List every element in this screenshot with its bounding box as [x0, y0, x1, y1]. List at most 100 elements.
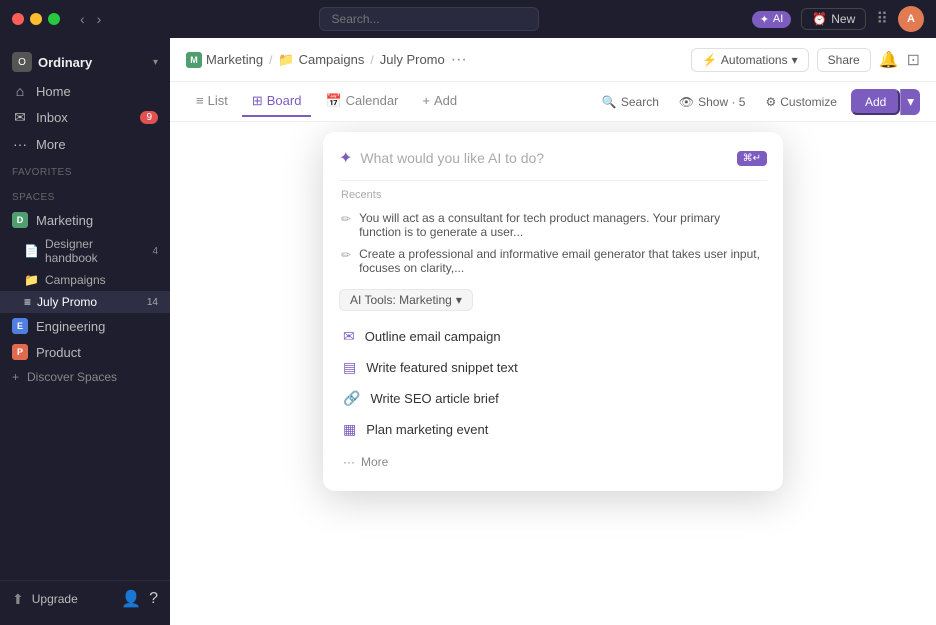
main-layout: O Ordinary ▾ ⌂ Home ✉ Inbox 9 ··· More F…	[0, 38, 936, 625]
board-tab-icon: ⊞	[252, 93, 263, 109]
chevron-down-icon: ▾	[153, 57, 158, 68]
sidebar-item-label: Marketing	[36, 213, 93, 228]
home-icon: ⌂	[12, 83, 28, 99]
sidebar-subitem-label: July Promo	[37, 295, 97, 309]
add-dropdown-button[interactable]: ▾	[900, 89, 920, 115]
show-icon: 👁	[679, 95, 694, 109]
chevron-down-icon: ▾	[792, 53, 798, 67]
sidebar-subitem-designer-handbook[interactable]: 📄 Designer handbook 4	[0, 233, 170, 269]
tab-add[interactable]: + Add	[412, 87, 467, 116]
breadcrumb: M Marketing / 📁 Campaigns / July Promo ·…	[186, 51, 683, 69]
forward-button[interactable]: ›	[93, 9, 106, 29]
share-button[interactable]: Share	[817, 48, 871, 72]
board-area: ✦ ⌘↵ Recents ✏ You will act as a consult…	[170, 122, 936, 625]
sidebar-item-home[interactable]: ⌂ Home	[0, 78, 170, 104]
ai-tools-dropdown[interactable]: AI Tools: Marketing ▾	[339, 289, 473, 311]
automations-icon: ⚡	[702, 53, 717, 67]
more-label: More	[361, 455, 388, 469]
sidebar-item-label: Engineering	[36, 319, 105, 334]
suggestion-item-1[interactable]: ▤ Write featured snippet text	[339, 352, 767, 383]
sidebar-item-label: Home	[36, 84, 71, 99]
search-input[interactable]	[319, 7, 539, 31]
customize-action[interactable]: ⚙ Customize	[759, 91, 842, 113]
search-area	[113, 7, 743, 31]
sidebar-item-inbox[interactable]: ✉ Inbox 9	[0, 104, 170, 131]
topbar: M Marketing / 📁 Campaigns / July Promo ·…	[170, 38, 936, 82]
topbar-actions: ⚡ Automations ▾ Share 🔔 ⊡	[691, 48, 920, 72]
recents-label: Recents	[339, 189, 767, 201]
maximize-button[interactable]	[48, 13, 60, 25]
sidebar-footer: ⬆ Upgrade 👤 ?	[0, 580, 170, 617]
workspace-name: Ordinary	[38, 55, 147, 70]
grid-icon[interactable]: ⠿	[876, 9, 888, 29]
suggestion-label: Outline email campaign	[365, 329, 501, 344]
sidebar-item-product[interactable]: P Product	[0, 339, 170, 365]
tab-board[interactable]: ⊞ Board	[242, 87, 312, 117]
snippet-icon: ▤	[343, 359, 356, 376]
sidebar-item-engineering[interactable]: E Engineering	[0, 313, 170, 339]
breadcrumb-more-icon[interactable]: ···	[451, 51, 467, 69]
recent-item-1[interactable]: ✏ Create a professional and informative …	[339, 243, 767, 279]
ai-sparkle-icon: ✦	[339, 148, 352, 168]
tab-calendar[interactable]: 📅 Calendar	[315, 87, 408, 117]
toolbar-right: 🔍 Search 👁 Show · 5 ⚙ Customize Add ▾	[596, 89, 920, 115]
ai-more[interactable]: ··· More	[339, 449, 767, 475]
customize-icon: ⚙	[765, 95, 776, 109]
add-button[interactable]: Add	[851, 89, 900, 115]
marketing-breadcrumb-icon: M	[186, 52, 202, 68]
show-action[interactable]: 👁 Show · 5	[673, 91, 752, 113]
breadcrumb-july-promo[interactable]: July Promo	[380, 52, 445, 67]
ai-modal-header: ✦ ⌘↵	[339, 148, 767, 168]
breadcrumb-campaigns[interactable]: 📁 Campaigns	[278, 52, 364, 68]
recent-item-0[interactable]: ✏ You will act as a consultant for tech …	[339, 207, 767, 243]
folder-icon: 📁	[24, 273, 39, 287]
ai-modal: ✦ ⌘↵ Recents ✏ You will act as a consult…	[323, 132, 783, 491]
recent-item-text: Create a professional and informative em…	[359, 247, 765, 275]
ai-prompt-input[interactable]	[360, 150, 728, 166]
avatar[interactable]: A	[898, 6, 924, 32]
workspace-switcher[interactable]: O Ordinary ▾	[0, 46, 170, 78]
breadcrumb-marketing[interactable]: M Marketing	[186, 52, 263, 68]
more-icon: ···	[12, 136, 28, 152]
sidebar-item-marketing[interactable]: D Marketing	[0, 207, 170, 233]
suggestion-item-2[interactable]: 🔗 Write SEO article brief	[339, 383, 767, 414]
search-icon: 🔍	[602, 95, 617, 109]
sidebar-item-label: Inbox	[36, 110, 68, 125]
add-group: Add ▾	[851, 89, 920, 115]
close-button[interactable]	[12, 13, 24, 25]
clock-icon: ⏰	[812, 12, 827, 26]
tab-list[interactable]: ≡ List	[186, 87, 238, 116]
breadcrumb-sep-2: /	[370, 53, 373, 67]
inbox-icon: ✉	[12, 109, 28, 126]
upgrade-icon: ⬆	[12, 591, 24, 608]
suggestion-item-0[interactable]: ✉ Outline email campaign	[339, 321, 767, 352]
back-button[interactable]: ‹	[76, 9, 89, 29]
ai-icon: ✦	[760, 13, 769, 26]
search-action[interactable]: 🔍 Search	[596, 91, 665, 113]
minimize-button[interactable]	[30, 13, 42, 25]
calendar-tab-icon: 📅	[325, 93, 341, 109]
july-promo-badge: 14	[147, 297, 158, 308]
sidebar-subitem-campaigns[interactable]: 📁 Campaigns	[0, 269, 170, 291]
sidebar-subitem-july-promo[interactable]: ≡ July Promo 14	[0, 291, 170, 313]
titlebar-right: ✦ AI ⏰ New ⠿ A	[752, 6, 924, 32]
suggestion-item-3[interactable]: ▦ Plan marketing event	[339, 414, 767, 445]
recent-item-text: You will act as a consultant for tech pr…	[359, 211, 765, 239]
new-button[interactable]: ⏰ New	[801, 8, 866, 30]
help-icon[interactable]: ?	[149, 590, 158, 608]
favorites-section-label: Favorites	[0, 157, 170, 182]
breadcrumb-marketing-label: Marketing	[206, 52, 263, 67]
discover-spaces[interactable]: + Discover Spaces	[0, 365, 170, 389]
sidebar-item-more[interactable]: ··· More	[0, 131, 170, 157]
discover-label: Discover Spaces	[27, 370, 117, 384]
automations-button[interactable]: ⚡ Automations ▾	[691, 48, 809, 72]
user-icon[interactable]: 👤	[121, 589, 141, 609]
notification-icon[interactable]: 🔔	[879, 50, 899, 70]
sidebar-item-label: More	[36, 137, 66, 152]
content-area: M Marketing / 📁 Campaigns / July Promo ·…	[170, 38, 936, 625]
layout-icon[interactable]: ⊡	[907, 50, 920, 70]
chevron-down-icon: ▾	[456, 293, 462, 307]
doc-icon: 📄	[24, 244, 39, 258]
upgrade-label[interactable]: Upgrade	[32, 592, 113, 606]
ai-badge[interactable]: ✦ AI	[752, 11, 792, 28]
